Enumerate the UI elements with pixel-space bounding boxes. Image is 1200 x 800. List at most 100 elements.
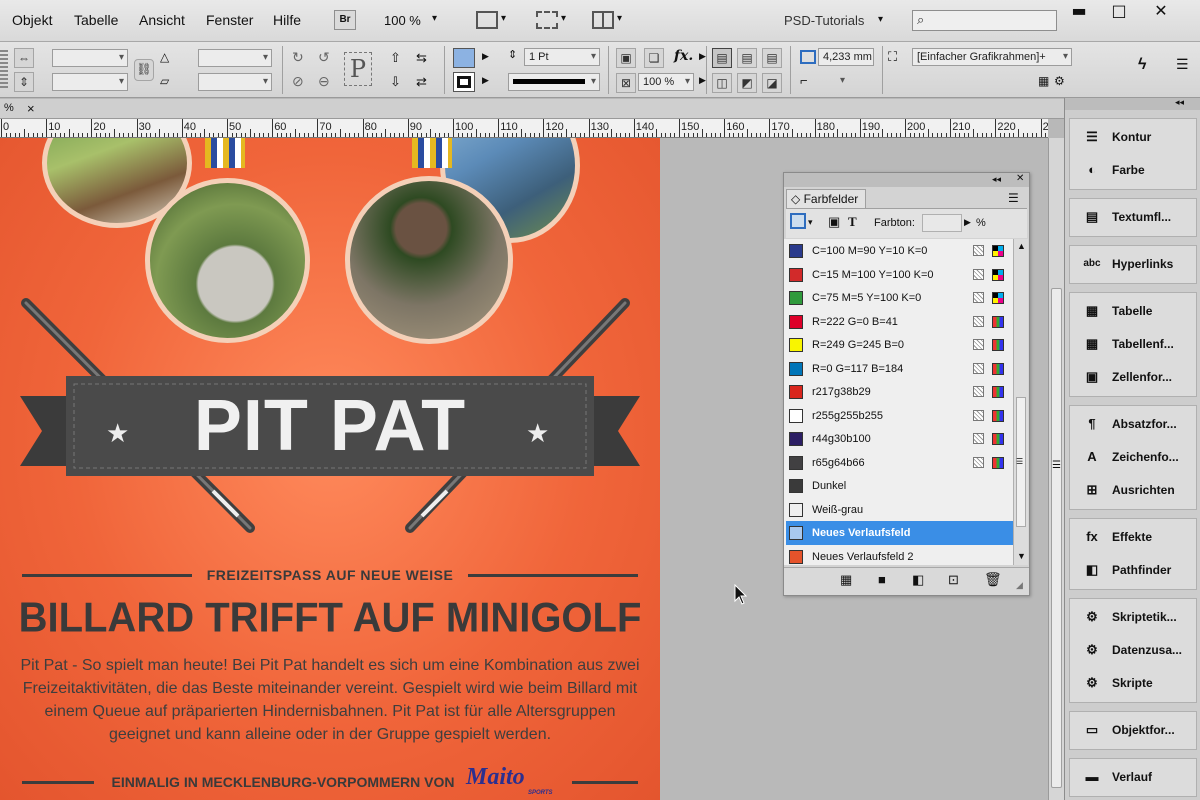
stroke-weight-stepper[interactable]: ⇕ <box>508 48 517 61</box>
flip-vertical-icon[interactable]: ⊖ <box>318 73 330 90</box>
flip-horizontal-icon[interactable]: ◫ <box>712 73 732 93</box>
menu-objekt[interactable]: Objekt <box>12 12 52 28</box>
text-icon[interactable]: T <box>848 214 857 230</box>
drop-shadow-icon[interactable]: ❏ <box>644 48 664 68</box>
style-options-icon[interactable]: ⚙ <box>1054 74 1065 88</box>
swatch-list-scrollbar[interactable]: ▲ ☰ ▼ <box>1013 239 1028 565</box>
chevron-right-icon[interactable]: ▶ <box>699 75 706 86</box>
document-page[interactable]: ★ ★ PIT PAT FREIZEITSPASS AUF NEUE WEISE… <box>0 138 660 800</box>
swatch-row[interactable]: R=249 G=245 B=0 <box>786 333 1013 357</box>
rotate-ccw-icon[interactable]: ↺ <box>318 49 330 66</box>
scale-x-field[interactable] <box>52 49 128 67</box>
stroke-type-dropdown[interactable] <box>508 73 600 91</box>
dock-item-skriptetik[interactable]: ⚙ Skriptetik... <box>1069 602 1197 632</box>
stroke-weight-field[interactable]: 1 Pt <box>524 48 600 66</box>
stroke-style-icon[interactable]: ◪ <box>762 73 782 93</box>
resize-grip-icon[interactable]: ◢ <box>1016 580 1023 591</box>
flip-icon[interactable]: ⊘ <box>292 73 304 90</box>
show-gradient-swatches-icon[interactable]: ◧ <box>912 572 924 588</box>
arrange-documents-icon[interactable] <box>592 11 614 29</box>
shear-angle-field[interactable] <box>198 73 272 91</box>
dock-item-textumfl[interactable]: ▤ Textumfl... <box>1069 202 1197 232</box>
clear-overrides-icon[interactable]: ▦ <box>1038 74 1049 88</box>
select-content-icon[interactable]: ⇩ <box>390 74 401 90</box>
align-stroke-center-icon[interactable]: ▤ <box>712 48 732 68</box>
dock-item-kontur[interactable]: ☰ Kontur <box>1069 122 1197 152</box>
swatch-row[interactable]: R=222 G=0 B=41 <box>786 310 1013 334</box>
chevron-down-icon[interactable]: ▾ <box>561 13 566 24</box>
panel-menu-icon[interactable]: ☰ <box>1008 191 1019 205</box>
swatch-row[interactable]: r255g255b255 <box>786 404 1013 428</box>
tab-farbfelder[interactable]: ◇ Farbfelder <box>786 189 866 208</box>
workspace-switcher[interactable]: PSD-Tutorials <box>784 13 864 28</box>
collapse-icon[interactable]: ◂◂ <box>1175 97 1184 108</box>
collapse-icon[interactable]: ◂◂ <box>992 174 1001 185</box>
chevron-right-icon[interactable]: ▶ <box>482 75 489 86</box>
dock-item-objektfor[interactable]: ▭ Objektfor... <box>1069 715 1197 745</box>
panel-header-bar[interactable]: ◂◂ ✕ <box>784 173 1029 187</box>
dock-item-tabellenf[interactable]: ▦ Tabellenf... <box>1069 329 1197 359</box>
chevron-down-icon[interactable]: ▾ <box>878 14 883 25</box>
corner-type-dropdown[interactable] <box>812 73 848 91</box>
search-input[interactable]: ⌕ <box>912 10 1057 31</box>
maximize-icon[interactable]: □ <box>1100 0 1138 24</box>
frame-type-icon[interactable]: P <box>344 52 372 86</box>
grip-icon[interactable] <box>0 50 8 88</box>
select-next-icon[interactable]: ⇄ <box>416 74 427 90</box>
dock-item-absatzfor[interactable]: ¶ Absatzfor... <box>1069 409 1197 439</box>
zoom-level[interactable]: 100 % <box>384 13 421 28</box>
dock-item-effekte[interactable]: fx Effekte <box>1069 522 1197 552</box>
object-style-dropdown[interactable]: [Einfacher Grafikrahmen]+ <box>912 48 1072 66</box>
dock-item-skripte[interactable]: ⚙ Skripte <box>1069 668 1197 698</box>
align-stroke-outside-icon[interactable]: ▤ <box>762 48 782 68</box>
select-previous-icon[interactable]: ⇆ <box>416 50 427 66</box>
view-options-icon[interactable] <box>536 11 558 29</box>
scale-y-field[interactable] <box>52 73 128 91</box>
dock-item-farbe[interactable]: ◐ Farbe <box>1069 155 1197 185</box>
chevron-down-icon[interactable]: ▾ <box>501 13 506 24</box>
scroll-thumb[interactable] <box>1051 288 1062 788</box>
swatch-row[interactable]: R=0 G=117 B=184 <box>786 357 1013 381</box>
dock-item-verlauf[interactable]: ▬ Verlauf <box>1069 762 1197 792</box>
align-stroke-inside-icon[interactable]: ▤ <box>737 48 757 68</box>
corner-options-icon[interactable]: ◩ <box>737 73 757 93</box>
close-icon[interactable]: ✕ <box>1142 0 1180 24</box>
corner-type-icon[interactable]: ⌐ <box>800 73 808 88</box>
opacity-field[interactable]: 100 % <box>638 73 694 91</box>
select-container-icon[interactable]: ⇧ <box>390 50 401 66</box>
swatch-row[interactable]: Neues Verlaufsfeld 2 <box>786 545 1013 566</box>
zoom-dropdown-icon[interactable]: ▾ <box>432 13 437 24</box>
menu-tabelle[interactable]: Tabelle <box>74 12 118 28</box>
dimension-field[interactable]: 4,233 mm <box>818 48 874 66</box>
swatch-row[interactable]: C=15 M=100 Y=100 K=0 <box>786 263 1013 287</box>
trash-icon[interactable]: 🗑 <box>984 571 1002 588</box>
dock-header[interactable]: ◂◂ <box>1065 97 1200 110</box>
swatch-row[interactable]: Neues Verlaufsfeld <box>786 521 1013 545</box>
rotate-cw-icon[interactable]: ↻ <box>292 49 304 66</box>
chevron-down-icon[interactable]: ▾ <box>808 217 813 228</box>
fill-swatch[interactable] <box>453 48 475 68</box>
menu-fenster[interactable]: Fenster <box>206 12 253 28</box>
effects-icon[interactable]: fx. <box>674 48 693 64</box>
chevron-up-icon[interactable]: ▲ <box>1017 241 1026 251</box>
close-icon[interactable]: × <box>27 101 35 116</box>
swatch-row[interactable]: r217g38b29 <box>786 380 1013 404</box>
chevron-down-icon[interactable]: ▾ <box>617 13 622 24</box>
vertical-scrollbar[interactable]: ☰ <box>1048 138 1064 800</box>
dock-item-pathfinder[interactable]: ◧ Pathfinder <box>1069 555 1197 585</box>
dock-item-ausrichten[interactable]: ⊞ Ausrichten <box>1069 475 1197 505</box>
chevron-right-icon[interactable]: ▶ <box>482 51 489 62</box>
dock-item-hyperlinks[interactable]: abc Hyperlinks <box>1069 249 1197 279</box>
container-icon[interactable]: ▣ <box>828 214 840 230</box>
rotate-angle-field[interactable] <box>198 49 272 67</box>
new-swatch-icon[interactable]: ⊡ <box>948 572 959 588</box>
swatch-row[interactable]: r65g64b66 <box>786 451 1013 475</box>
fill-stroke-icon[interactable] <box>790 213 806 229</box>
dock-item-zellenfor[interactable]: ▣ Zellenfor... <box>1069 362 1197 392</box>
chevron-down-icon[interactable]: ▼ <box>1017 551 1026 561</box>
swatch-row[interactable]: Dunkel <box>786 474 1013 498</box>
swatch-row[interactable]: C=75 M=5 Y=100 K=0 <box>786 286 1013 310</box>
screen-mode-icon[interactable] <box>476 11 498 29</box>
text-wrap-icon[interactable]: ▣ <box>616 48 636 68</box>
stroke-swatch[interactable] <box>453 72 475 92</box>
